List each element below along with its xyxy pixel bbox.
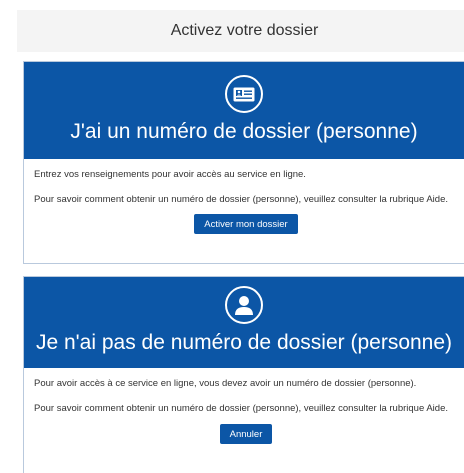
no-file-number-title: Je n'ai pas de numéro de dossier (person… <box>35 331 453 354</box>
page: Activez votre dossier J'ai un numéro de … <box>0 0 464 473</box>
has-file-number-intro-text: Entrez vos renseignements pour avoir acc… <box>34 169 306 180</box>
has-file-number-title: J'ai un numéro de dossier (personne) <box>70 120 418 143</box>
no-file-number-requirement-text: Pour avoir accès à ce service en ligne, … <box>34 378 417 389</box>
has-file-number-help-text: Pour savoir comment obtenir un numéro de… <box>34 194 448 205</box>
user-icon <box>225 286 263 324</box>
no-file-number-help-text: Pour savoir comment obtenir un numéro de… <box>34 403 448 414</box>
no-file-number-card-header: Je n'ai pas de numéro de dossier (person… <box>24 277 464 368</box>
page-title: Activez votre dossier <box>170 22 319 39</box>
has-file-number-card-body: Entrez vos renseignements pour avoir acc… <box>24 159 464 234</box>
activate-file-button[interactable]: Activer mon dossier <box>194 214 298 234</box>
has-file-number-card: J'ai un numéro de dossier (personne) Ent… <box>23 61 464 264</box>
no-file-number-card-body: Pour avoir accès à ce service en ligne, … <box>24 368 464 444</box>
page-header: Activez votre dossier <box>17 10 464 52</box>
has-file-number-card-header: J'ai un numéro de dossier (personne) <box>24 62 464 159</box>
id-card-icon <box>225 75 263 113</box>
no-file-number-card: Je n'ai pas de numéro de dossier (person… <box>23 276 464 473</box>
cancel-button[interactable]: Annuler <box>219 424 273 444</box>
